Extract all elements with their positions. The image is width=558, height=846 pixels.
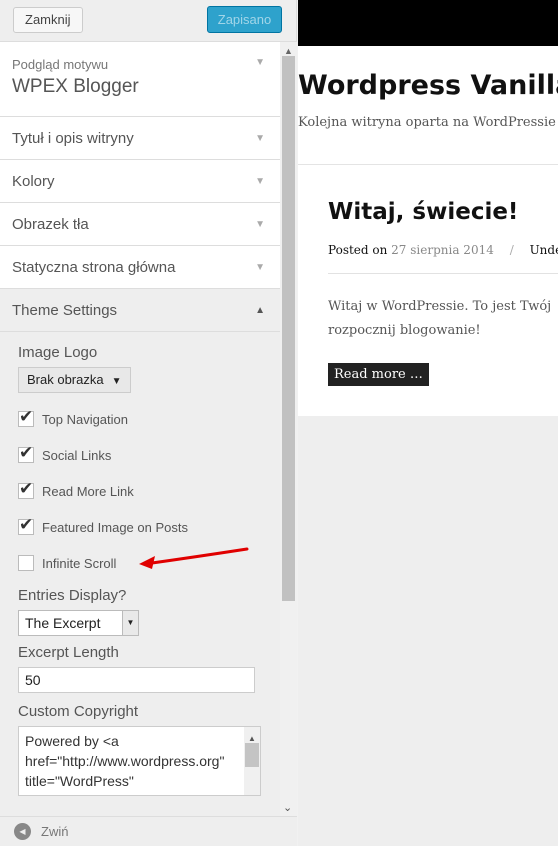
section-label: Kolory [12, 173, 55, 190]
custom-copyright-label: Custom Copyright [18, 703, 139, 720]
chevron-down-icon: ▼ [255, 57, 265, 68]
post-category: Under [529, 243, 558, 257]
checkbox-label: Infinite Scroll [42, 555, 117, 571]
checkbox[interactable] [18, 515, 34, 535]
customizer-header: Zamknij Zapisano [0, 0, 296, 42]
image-logo-button-label: Brak obrazka [27, 372, 104, 387]
theme-name: WPEX Blogger [12, 76, 139, 97]
section-theme-settings[interactable]: Theme Settings ▲ [0, 289, 280, 332]
post-article: Witaj, świecie! Posted on 27 sierpnia 20… [298, 164, 558, 416]
entries-display-select[interactable]: The Excerpt ▼ [18, 610, 139, 636]
excerpt-length-input[interactable]: 50 [18, 667, 255, 693]
theme-preview-label: Podgląd motywu [12, 57, 109, 72]
section-label: Obrazek tła [12, 216, 89, 233]
chevron-down-icon: ▼ [255, 176, 265, 187]
caret-down-icon: ▼ [111, 376, 122, 387]
read-more-button[interactable]: Read more … [328, 363, 429, 386]
checkbox[interactable] [18, 555, 34, 571]
caret-down-icon: ▼ [122, 611, 138, 635]
custom-copyright-textarea[interactable]: Powered by <a href="http://www.wordpress… [18, 726, 261, 796]
section-label: Theme Settings [12, 302, 118, 319]
customizer-sections: Podgląd motywu WPEX Blogger ▼ Tytuł i op… [0, 42, 297, 816]
collapse-sidebar-button[interactable]: ◀ Zwiń [0, 816, 297, 846]
checkbox-label: Featured Image on Posts [42, 519, 188, 535]
checkbox[interactable] [18, 443, 34, 463]
section-background-image[interactable]: Obrazek tła ▼ [0, 203, 280, 246]
post-date[interactable]: 27 sierpnia 2014 [391, 243, 494, 257]
entries-display-value: The Excerpt [25, 615, 101, 631]
checkbox-label: Social Links [42, 447, 112, 463]
checkbox-featured-image[interactable]: Featured Image on Posts [18, 509, 262, 545]
meta-separator: / [509, 243, 514, 257]
custom-copyright-value: Powered by <a href="http://www.wordpress… [25, 733, 225, 789]
annotation-arrow-icon [139, 547, 249, 569]
textarea-scrollbar-thumb[interactable] [245, 743, 259, 767]
panel-scrollbar[interactable]: ▲ ⌄ [280, 42, 297, 816]
checkbox-social-links[interactable]: Social Links [18, 437, 262, 473]
scroll-up-icon[interactable]: ▲ [284, 46, 293, 56]
scroll-down-icon[interactable]: ⌄ [283, 801, 292, 814]
checkbox-top-navigation[interactable]: Top Navigation [18, 401, 262, 437]
chevron-down-icon: ▼ [255, 219, 265, 230]
section-site-title[interactable]: Tytuł i opis witryny ▼ [0, 117, 280, 160]
site-description: Kolejna witryna oparta na WordPressie [298, 115, 556, 130]
post-excerpt: Witaj w WordPressie. To jest Twój rozpoc… [328, 295, 558, 343]
panel-scrollbar-thumb[interactable] [282, 56, 295, 601]
site-preview: Wordpress Vanilla Kolejna witryna oparta… [298, 0, 558, 846]
theme-settings-controls: Image Logo Brak obrazka▼ Top Navigation … [0, 332, 280, 816]
chevron-down-icon: ▼ [255, 262, 265, 273]
checkbox-label: Read More Link [42, 483, 134, 499]
divider [328, 273, 558, 274]
site-header: Wordpress Vanilla Kolejna witryna oparta… [298, 46, 558, 164]
site-title[interactable]: Wordpress Vanilla [298, 70, 558, 101]
section-static-front-page[interactable]: Statyczna strona główna ▼ [0, 246, 280, 289]
post-excerpt-line: Witaj w WordPressie. To jest Twój [328, 299, 552, 314]
chevron-up-icon: ▲ [255, 305, 265, 316]
image-logo-label: Image Logo [18, 344, 98, 361]
chevron-down-icon: ▼ [255, 133, 265, 144]
textarea-scrollbar[interactable]: ▲ [244, 727, 260, 795]
entries-display-label: Entries Display? [18, 587, 127, 604]
collapse-arrow-icon: ◀ [14, 823, 31, 840]
close-button[interactable]: Zamknij [13, 7, 83, 33]
post-excerpt-line: rozpocznij blogowanie! [328, 323, 481, 338]
checkbox-label: Top Navigation [42, 411, 128, 427]
section-label: Statyczna strona główna [12, 259, 176, 276]
checkbox[interactable] [18, 479, 34, 499]
checkbox[interactable] [18, 407, 34, 427]
section-label: Tytuł i opis witryny [12, 130, 134, 147]
post-meta-prefix: Posted on [328, 243, 388, 257]
post-meta: Posted on 27 sierpnia 2014 / Under [328, 243, 558, 257]
top-navigation-bar [298, 0, 558, 46]
checkbox-read-more-link[interactable]: Read More Link [18, 473, 262, 509]
theme-preview-section[interactable]: Podgląd motywu WPEX Blogger ▼ [0, 42, 280, 117]
customizer-panel: Zamknij Zapisano Podgląd motywu WPEX Blo… [0, 0, 297, 846]
image-logo-button[interactable]: Brak obrazka ▼ [18, 367, 131, 393]
collapse-label: Zwiń [41, 824, 69, 839]
section-colors[interactable]: Kolory ▼ [0, 160, 280, 203]
post-title[interactable]: Witaj, świecie! [328, 199, 518, 225]
save-button[interactable]: Zapisano [207, 6, 282, 33]
excerpt-length-label: Excerpt Length [18, 644, 119, 661]
